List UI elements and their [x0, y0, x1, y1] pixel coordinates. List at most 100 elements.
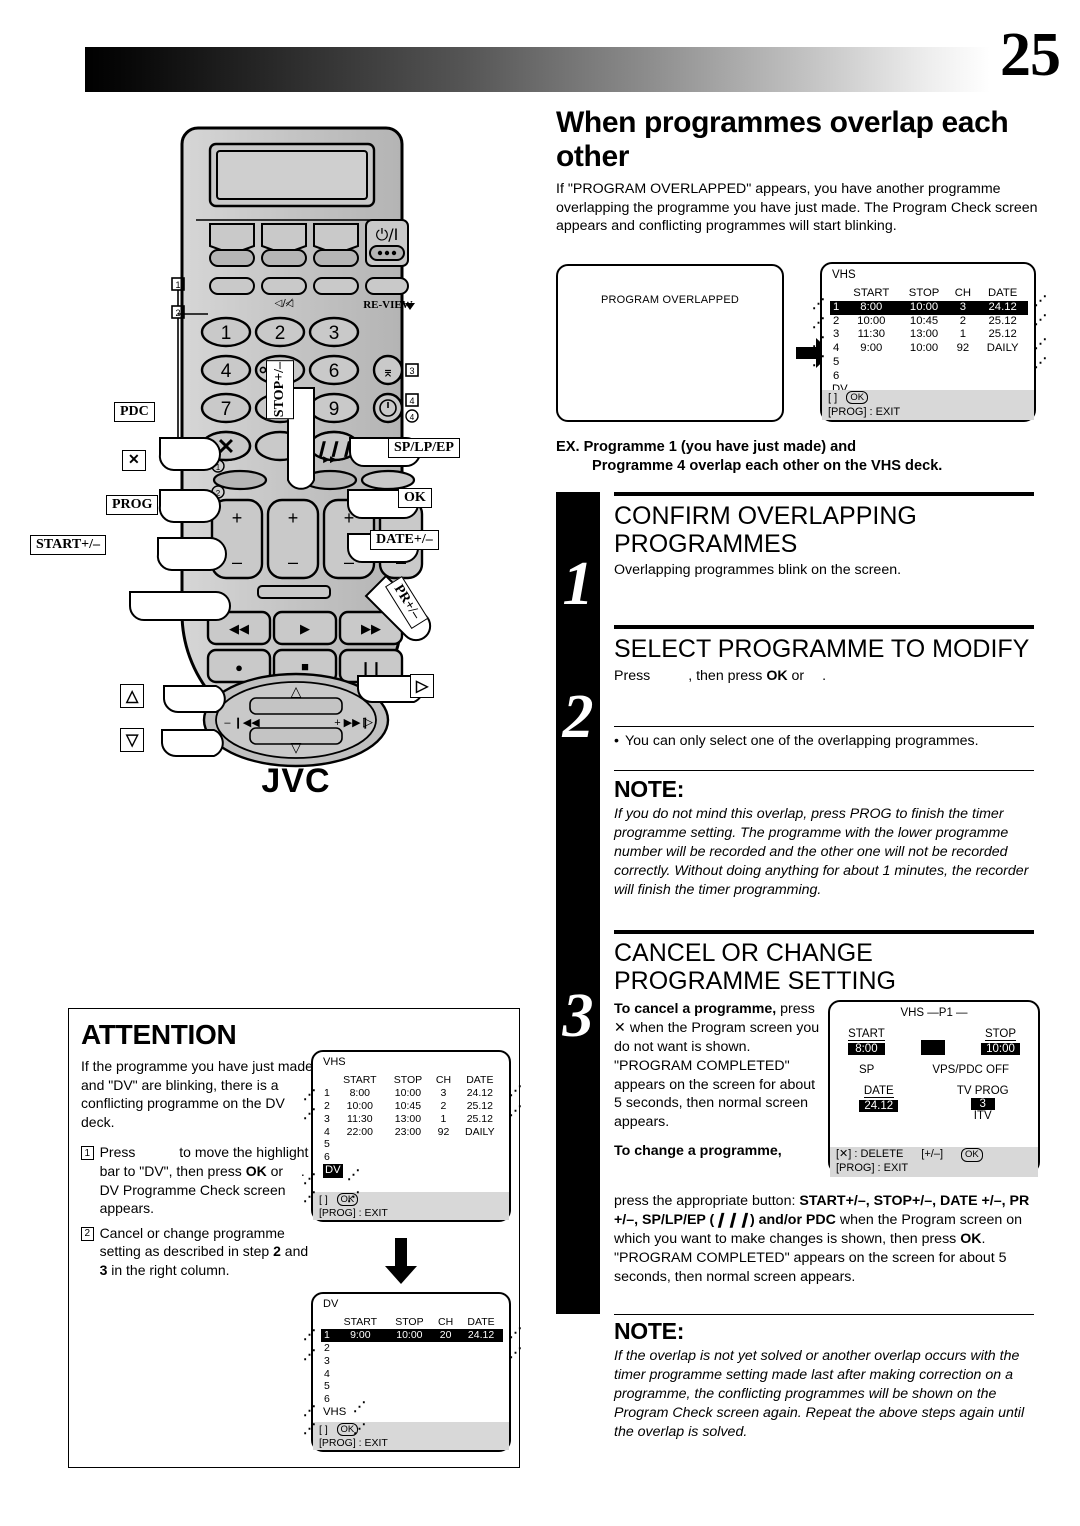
program-screen-title: VHS —P1 — [900, 1007, 968, 1019]
svg-text:4: 4 [409, 396, 414, 406]
blink-tick-icon: ⋰ [303, 1421, 316, 1436]
step-2-body: SELECT PROGRAMME TO MODIFY Press , then … [614, 635, 1034, 685]
attention-dv-table: START STOP CH DATE 1 9:00 10:00 20 24.12… [321, 1316, 503, 1406]
table-row: 3 [324, 1354, 330, 1367]
speed-icon: ❙❙❙ [714, 1211, 750, 1228]
step-3-change-block: press the appropriate button: START+/–, … [614, 1192, 1040, 1286]
step-3-pdc-label: PDC [805, 1211, 836, 1228]
svg-text:JVC: JVC [261, 762, 330, 800]
program-screen-footer: [✕] : DELETE [+/–] OK [PROG] : EXIT [830, 1147, 1038, 1177]
step-3-change-text-4: "PROGRAM COMPLETED" appears on the scree… [614, 1249, 1007, 1285]
date-value: 24.12 [859, 1100, 899, 1112]
footer-exit: [PROG] : EXIT [319, 1437, 388, 1450]
blink-tick-icon: ⋰ [303, 1189, 316, 1204]
col-ch: CH [438, 1316, 454, 1329]
vhs-check-table: START STOP CH DATE 1 8:00 10:00 3 24.12 … [830, 287, 1028, 383]
ok-icon: OK [961, 1148, 983, 1162]
note-1-block: NOTE: If you do not mind this overlap, p… [614, 776, 1034, 899]
svg-text:◁/◁̸: ◁/◁̸ [275, 297, 294, 309]
callout-start: START+/– [30, 535, 107, 555]
item-number: 2 [81, 1226, 94, 1241]
svg-text:■: ■ [301, 659, 309, 674]
svg-text:4: 4 [221, 361, 232, 382]
note-2-block: NOTE: If the overlap is not yet solved o… [614, 1318, 1034, 1441]
step-1-rule [614, 492, 1034, 496]
page-header-gradient-bar [85, 47, 990, 92]
svg-text:⌆: ⌆ [382, 364, 394, 380]
table-row: 2 [324, 1342, 330, 1354]
svg-text:⏻/I: ⏻/I [376, 225, 399, 244]
attention-dv-check-screen: DV START STOP CH DATE 1 9:00 10:00 20 24… [303, 1292, 522, 1452]
blink-tick-icon: ⋰ [1034, 355, 1047, 370]
table-row: 2 10:00 10:45 2 25.12 [833, 314, 1017, 327]
step-1-text: Overlapping programmes blink on the scre… [614, 562, 902, 578]
screen-footer: [ ] OK [PROG] : EXIT [822, 390, 1034, 420]
other-deck-label: VHS [323, 1405, 347, 1418]
intro-paragraph: If "PROGRAM OVERLAPPED" appears, you hav… [556, 181, 1038, 235]
callout-stop: STOP+/– [266, 360, 294, 420]
col-ch: CH [435, 1074, 452, 1087]
note-2-body: If the overlap is not yet solved or anot… [614, 1348, 1025, 1440]
step-3-title-wrap: CANCEL OR CHANGE PROGRAMME SETTING [614, 939, 1034, 995]
svg-text:▶▶: ▶▶ [361, 621, 381, 636]
screen-footer: [ ] OK [PROG] : EXIT [313, 1192, 509, 1220]
item-2-step-a: 2 [273, 1243, 281, 1260]
svg-text:▶▶: ▶▶ [323, 454, 337, 464]
table-row: 1 8:00 10:00 3 24.12 [830, 300, 1028, 315]
screen-footer: [ ] OK [PROG] : EXIT [313, 1422, 509, 1450]
callout-pdc: PDC [114, 402, 155, 422]
table-row: 6 [324, 1151, 330, 1164]
step-3-change-buttons-2: ) and/or [749, 1211, 806, 1228]
item-2-text-b: in the right column. [111, 1262, 230, 1279]
col-stop: STOP [908, 287, 940, 300]
step-3-cancel-block: To cancel a programme, press ✕ when the … [614, 1000, 822, 1161]
table-header-row: START STOP CH DATE [321, 1074, 503, 1087]
station-name: ITV [973, 1110, 992, 1122]
svg-text:△: △ [291, 683, 302, 699]
table-row: 5 [833, 355, 840, 368]
svg-text:+: + [232, 508, 243, 528]
step-1-body: CONFIRM OVERLAPPING PROGRAMMES Overlappi… [614, 502, 1034, 580]
note-1-heading: NOTE: [614, 776, 685, 802]
step-3-cancel-text: press ✕ when the Program screen you do n… [614, 1001, 820, 1131]
date-label: DATE [863, 1085, 894, 1098]
example-line-2: Programme 4 overlap each other on the VH… [592, 457, 943, 474]
bullet-icon: • [614, 733, 619, 749]
footer-plusminus: [+/–] [921, 1148, 944, 1160]
step-3-change-text-1: press the appropriate button: [614, 1193, 800, 1209]
step-3-rule [614, 930, 1034, 934]
table-row: 5 [324, 1138, 330, 1151]
blink-tick-icon: ⋰ [347, 1189, 360, 1204]
step-2-text-end: . [822, 667, 827, 684]
item-2-and: and [284, 1243, 309, 1260]
blink-tick-icon: ⋰ [1034, 293, 1047, 308]
table-row: 4 [324, 1367, 330, 1380]
col-date: DATE [987, 287, 1018, 300]
svg-text:1: 1 [175, 280, 180, 290]
svg-text:▽: ▽ [291, 739, 302, 755]
step-2-sub-rule [614, 726, 1034, 728]
blink-tick-icon: ⋰ [509, 1325, 522, 1340]
step-3-cancel-heading: To cancel a programme, [614, 1001, 777, 1017]
vhs-check-table-wrap: VHS START STOP CH DATE 1 8:00 10:00 3 24… [830, 268, 1028, 397]
item-1-text-c: or [270, 1163, 284, 1180]
flow-arrow-down-icon [385, 1238, 417, 1289]
attention-vhs-check-screen: VHS START STOP CH DATE 1 8:00 10:00 3 24… [303, 1050, 522, 1222]
callout-splpep: SP/LP/EP [388, 438, 460, 458]
svg-text:–: – [288, 552, 298, 572]
table-row: 3 11:30 13:00 1 25.12 [833, 328, 1017, 341]
example-line-1: EX. Programme 1 (you have just made) and [556, 439, 857, 455]
table-row: 5 [324, 1380, 330, 1393]
deck-label: DV [323, 1298, 339, 1310]
note-2-heading: NOTE: [614, 1318, 685, 1344]
table-row: 1 9:00 10:00 20 24.12 [321, 1329, 503, 1342]
col-start: START [853, 287, 890, 300]
col-stop: STOP [395, 1316, 424, 1329]
vhs-program-check-screen: VHS START STOP CH DATE 1 8:00 10:00 3 24… [812, 262, 1047, 422]
step-3-title: CANCEL OR CHANGE PROGRAMME SETTING [614, 939, 896, 995]
start-value: 8:00 [848, 1043, 885, 1055]
step-2-ok-label: OK [766, 667, 788, 684]
speed-value: SP [858, 1064, 875, 1076]
svg-text:●: ● [235, 660, 243, 675]
blink-tick-icon: ⋰ [509, 1103, 522, 1118]
